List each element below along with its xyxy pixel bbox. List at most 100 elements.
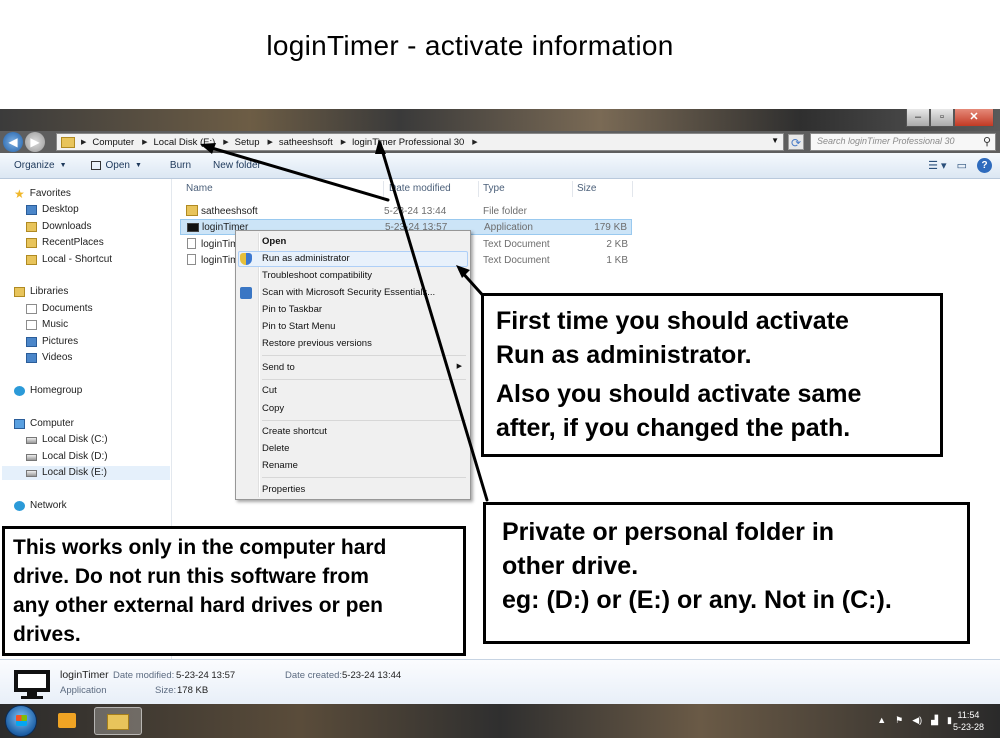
nav-homegroup[interactable]: Homegroup — [14, 384, 82, 398]
chevron-right-icon: ▶ — [223, 139, 229, 146]
menu-item-send-to[interactable]: Send to — [262, 361, 295, 375]
app-icon — [90, 161, 101, 170]
column-header-type[interactable]: Type — [483, 183, 505, 194]
minimize-button[interactable]: – — [906, 109, 930, 127]
callout-run-as-admin: First time you should activate Run as ad… — [481, 293, 943, 457]
taskbar: ▲ ⚑ ◀) ▟ ▮ 11:54 5-23-28 — [0, 704, 1000, 738]
nav-disk-c[interactable]: Local Disk (C:) — [26, 433, 108, 447]
nav-local-shortcut[interactable]: Local - Shortcut — [26, 253, 112, 267]
network-icon — [14, 501, 25, 511]
close-button[interactable]: ✕ — [954, 109, 994, 127]
start-button[interactable] — [5, 705, 37, 737]
pictures-icon — [26, 337, 37, 347]
maximize-button[interactable]: ▫ — [930, 109, 954, 127]
menu-item-copy[interactable]: Copy — [262, 402, 284, 416]
nav-videos[interactable]: Videos — [26, 351, 72, 365]
nav-downloads[interactable]: Downloads — [26, 220, 91, 234]
preview-pane-icon[interactable]: ▭ — [957, 159, 967, 172]
menu-item-run-as-administrator[interactable]: Run as administrator — [262, 252, 350, 266]
column-divider[interactable] — [572, 181, 573, 197]
column-divider[interactable] — [632, 181, 633, 197]
music-icon — [26, 320, 37, 330]
menu-item-rename[interactable]: Rename — [262, 459, 298, 473]
nav-disk-e[interactable]: Local Disk (E:) — [2, 466, 170, 480]
nav-music[interactable]: Music — [26, 318, 68, 332]
view-options-icon[interactable]: ☰ ▾ — [928, 159, 946, 172]
star-icon: ★ — [14, 187, 25, 201]
drive-icon — [26, 453, 37, 461]
nav-disk-d[interactable]: Local Disk (D:) — [26, 450, 108, 464]
action-center-icon[interactable]: ⚑ — [895, 715, 903, 726]
view-controls: ☰ ▾ ▭ ? — [928, 158, 992, 173]
open-button[interactable]: Open ▼ — [90, 160, 142, 171]
computer-icon — [14, 419, 25, 429]
refresh-button[interactable]: ⟳ — [788, 134, 804, 150]
nav-documents[interactable]: Documents — [26, 302, 93, 316]
title-bar: – ▫ ✕ — [0, 109, 1000, 131]
breadcrumb-item[interactable]: satheeshsoft — [279, 137, 333, 148]
homegroup-icon — [14, 386, 25, 396]
taskbar-media-player[interactable] — [46, 707, 88, 735]
command-bar: Organize ▼ Open ▼ Burn New folder ☰ ▾ ▭ ? — [0, 153, 1000, 179]
menu-item-restore[interactable]: Restore previous versions — [262, 337, 372, 351]
application-icon — [14, 670, 50, 699]
system-tray: ▲ ⚑ ◀) ▟ ▮ — [877, 715, 952, 726]
column-header-size[interactable]: Size — [577, 183, 596, 194]
menu-divider — [262, 420, 466, 421]
network-icon[interactable]: ▟ — [931, 715, 938, 726]
menu-item-open[interactable]: Open — [262, 235, 286, 249]
search-icon: ⚲ — [982, 136, 991, 148]
breadcrumb-item[interactable]: loginTimer Professional 30 — [352, 137, 464, 148]
chevron-right-icon: ▶ — [456, 363, 462, 370]
window-controls: – ▫ ✕ — [906, 109, 994, 127]
nav-computer[interactable]: Computer — [14, 417, 74, 431]
show-hidden-icons[interactable]: ▲ — [877, 715, 886, 726]
chevron-right-icon: ▶ — [142, 139, 148, 146]
address-bar[interactable]: ▶ Computer ▶ Local Disk (E:) ▶ Setup ▶ s… — [56, 133, 784, 151]
menu-item-cut[interactable]: Cut — [262, 384, 277, 398]
menu-item-delete[interactable]: Delete — [262, 442, 289, 456]
chevron-down-icon[interactable]: ▼ — [771, 136, 779, 145]
clock[interactable]: 11:54 5-23-28 — [953, 709, 984, 733]
menu-item-properties[interactable]: Properties — [262, 483, 305, 497]
menu-item-scan[interactable]: Scan with Microsoft Security Essentials.… — [262, 286, 435, 300]
back-button[interactable]: ◀ — [3, 132, 23, 152]
column-header-date[interactable]: Date modified — [389, 183, 451, 194]
nav-network[interactable]: Network — [14, 499, 67, 513]
file-row[interactable]: satheeshsoft 5-23-24 13:44 File folder — [180, 203, 632, 219]
folder-icon — [107, 714, 129, 730]
nav-libraries[interactable]: Libraries — [14, 285, 68, 299]
nav-pictures[interactable]: Pictures — [26, 335, 78, 349]
signal-icon[interactable]: ▮ — [947, 715, 952, 726]
nav-desktop[interactable]: Desktop — [26, 203, 79, 217]
new-folder-button[interactable]: New folder — [213, 160, 261, 171]
help-icon[interactable]: ? — [977, 158, 992, 173]
desktop-icon — [26, 205, 37, 215]
nav-recent-places[interactable]: RecentPlaces — [26, 236, 104, 250]
menu-item-pin-start[interactable]: Pin to Start Menu — [262, 320, 335, 334]
menu-item-troubleshoot[interactable]: Troubleshoot compatibility — [262, 269, 372, 283]
breadcrumb-item[interactable]: Setup — [235, 137, 260, 148]
chevron-right-icon: ▶ — [267, 139, 273, 146]
burn-button[interactable]: Burn — [170, 160, 191, 171]
chevron-down-icon: ▼ — [134, 162, 142, 169]
menu-item-pin-taskbar[interactable]: Pin to Taskbar — [262, 303, 322, 317]
chevron-down-icon: ▼ — [59, 162, 67, 169]
volume-icon[interactable]: ◀) — [912, 715, 922, 726]
breadcrumb-item[interactable]: Local Disk (E:) — [154, 137, 216, 148]
nav-favorites[interactable]: ★ Favorites — [14, 187, 71, 201]
menu-item-create-shortcut[interactable]: Create shortcut — [262, 425, 327, 439]
callout-hard-drive-only: This works only in the computer hard dri… — [2, 526, 466, 656]
search-input[interactable]: Search loginTimer Professional 30 ⚲ — [810, 133, 996, 151]
callout-private-folder: Private or personal folder in other driv… — [483, 502, 970, 644]
forward-button[interactable]: ▶ — [25, 132, 45, 152]
documents-icon — [26, 304, 37, 314]
page-title: loginTimer - activate information — [266, 30, 674, 61]
taskbar-explorer[interactable] — [94, 707, 142, 735]
column-divider[interactable] — [478, 181, 479, 197]
column-header-name[interactable]: Name — [186, 183, 213, 194]
organize-button[interactable]: Organize ▼ — [14, 160, 67, 171]
address-row: ◀ ▶ ▶ Computer ▶ Local Disk (E:) ▶ Setup… — [0, 131, 1000, 153]
breadcrumb-item[interactable]: Computer — [92, 137, 134, 148]
column-divider[interactable] — [383, 181, 384, 197]
